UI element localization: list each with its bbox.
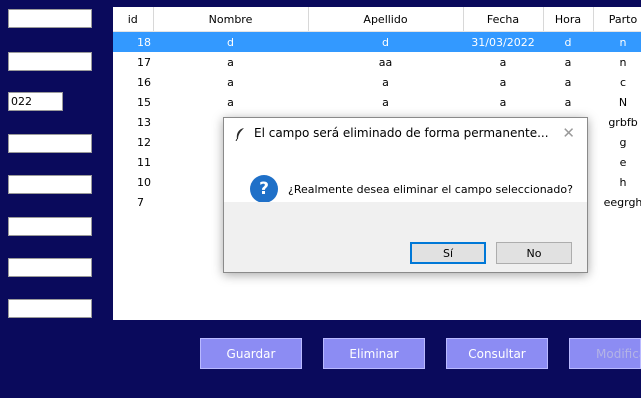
consultar-button[interactable]: Consultar xyxy=(446,338,548,369)
column-header-apellido[interactable]: Apellido xyxy=(308,7,464,32)
confirm-dialog: El campo será eliminado de forma permane… xyxy=(223,117,588,273)
cell-parto: N xyxy=(618,95,628,109)
cell-id: 16 xyxy=(137,75,151,89)
column-header-nombre[interactable]: Nombre xyxy=(153,7,309,32)
cell-apellido: d xyxy=(308,31,463,52)
form-field-1[interactable] xyxy=(8,9,92,28)
column-header-id[interactable]: id xyxy=(113,7,154,32)
cell-parto: eegrgh xyxy=(603,195,641,209)
cell-id: 11 xyxy=(137,155,151,169)
cell-nombre: a xyxy=(227,95,234,109)
cell-hora: d xyxy=(543,31,593,52)
cell-apellido: a xyxy=(382,75,389,89)
cell-id: 10 xyxy=(137,175,151,189)
table-row[interactable]: 16 a a a a c xyxy=(113,72,641,92)
column-header-hora[interactable]: Hora xyxy=(543,7,594,32)
cell-fecha: a xyxy=(499,55,507,69)
cell-id: 13 xyxy=(137,115,151,129)
cell-hora: a xyxy=(564,75,572,89)
form-field-6[interactable] xyxy=(8,217,92,236)
cell-hora: a xyxy=(564,55,572,69)
form-field-4[interactable] xyxy=(8,134,92,153)
cell-parto: c xyxy=(619,75,627,89)
column-header-fecha[interactable]: Fecha xyxy=(463,7,544,32)
cell-parto: g xyxy=(619,135,627,149)
cell-id: 18 xyxy=(113,31,153,52)
cell-parto: n xyxy=(593,31,641,52)
cell-parto: grbfb xyxy=(608,115,638,129)
cell-apellido: aa xyxy=(378,55,393,69)
feather-icon xyxy=(234,126,246,145)
cell-fecha: 31/03/2022 xyxy=(463,31,543,52)
table-row[interactable]: 15 a a a a N xyxy=(113,92,641,112)
table-header: id Nombre Apellido Fecha Hora Parto xyxy=(113,7,641,32)
no-button[interactable]: No xyxy=(496,242,572,264)
cell-nombre: d xyxy=(153,31,308,52)
cell-fecha: a xyxy=(499,75,507,89)
column-header-parto[interactable]: Parto xyxy=(593,7,641,32)
cell-parto: n xyxy=(619,55,627,69)
close-icon[interactable]: ✕ xyxy=(562,124,575,142)
cell-nombre: a xyxy=(227,55,234,69)
form-field-fecha[interactable]: 022 xyxy=(8,92,63,111)
table-row-selected[interactable]: 18 d d 31/03/2022 d n xyxy=(113,31,641,52)
cell-parto: e xyxy=(619,155,627,169)
cell-fecha: a xyxy=(499,95,507,109)
eliminar-button[interactable]: Eliminar xyxy=(323,338,425,369)
cell-id: 15 xyxy=(137,95,151,109)
form-field-7[interactable] xyxy=(8,258,92,277)
cell-nombre: a xyxy=(227,75,234,89)
guardar-button[interactable]: Guardar xyxy=(200,338,302,369)
table-row[interactable]: 17 a aa a a n xyxy=(113,52,641,72)
question-icon: ? xyxy=(250,175,278,203)
dialog-title: El campo será eliminado de forma permane… xyxy=(254,126,549,140)
form-field-8[interactable] xyxy=(8,299,92,318)
form-field-2[interactable] xyxy=(8,52,92,71)
modificar-button[interactable]: Modifica xyxy=(569,338,641,369)
dialog-message: ¿Realmente desea eliminar el campo selec… xyxy=(288,183,573,196)
cell-id: 7 xyxy=(137,195,144,209)
cell-apellido: a xyxy=(382,95,389,109)
cell-id: 17 xyxy=(137,55,151,69)
form-field-5[interactable] xyxy=(8,175,92,194)
yes-button[interactable]: Sí xyxy=(410,242,486,264)
cell-hora: a xyxy=(564,95,572,109)
cell-id: 12 xyxy=(137,135,151,149)
cell-parto: h xyxy=(619,175,627,189)
